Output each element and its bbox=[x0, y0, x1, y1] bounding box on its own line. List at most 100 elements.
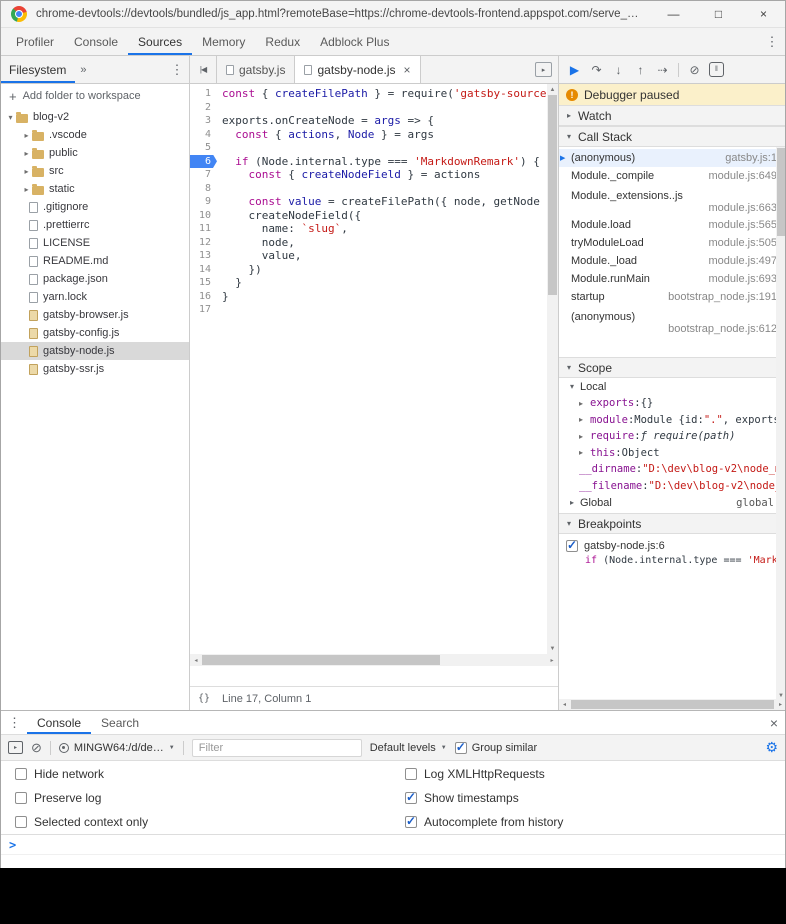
line-number-4[interactable]: 4 bbox=[190, 128, 217, 142]
tree-item-blog-v2[interactable]: ▾blog-v2 bbox=[0, 108, 189, 126]
line-number-17[interactable]: 17 bbox=[190, 303, 217, 317]
call-stack-frame[interactable]: startupbootstrap_node.js:191 bbox=[559, 288, 786, 306]
line-number-15[interactable]: 15 bbox=[190, 276, 217, 290]
expander-icon[interactable]: ▸ bbox=[579, 415, 590, 424]
call-stack-frame[interactable]: Module._loadmodule.js:497 bbox=[559, 252, 786, 270]
pause-on-exceptions-icon[interactable]: ‖ bbox=[709, 62, 724, 77]
tree-item--prettierrc[interactable]: .prettierrc bbox=[0, 216, 189, 234]
tab-filesystem[interactable]: Filesystem bbox=[0, 56, 75, 83]
tree-item-gatsby-browser-js[interactable]: gatsby-browser.js bbox=[0, 306, 189, 324]
maximize-button[interactable]: □ bbox=[696, 0, 741, 27]
expander-icon[interactable]: ▾ bbox=[5, 113, 16, 122]
scope-local-row[interactable]: ▾ Local bbox=[559, 378, 786, 395]
line-number-7[interactable]: 7 bbox=[190, 168, 217, 182]
expander-icon[interactable]: ▸ bbox=[21, 185, 32, 194]
devtools-menu-icon[interactable]: ⋮ bbox=[758, 28, 786, 55]
scroll-left-icon[interactable]: ◂ bbox=[190, 657, 202, 664]
section-call-stack[interactable]: ▾ Call Stack bbox=[559, 126, 786, 147]
console-settings-icon[interactable]: ⚙ bbox=[765, 739, 778, 756]
scrollbar-thumb[interactable] bbox=[548, 95, 557, 295]
call-stack-frame[interactable]: Module.runMainmodule.js:693 bbox=[559, 270, 786, 288]
scroll-right-icon[interactable]: ▸ bbox=[775, 701, 786, 708]
scope-variable--dirname[interactable]: __dirname: "D:\dev\blog-v2\node_m… bbox=[559, 461, 786, 478]
main-tab-adblock-plus[interactable]: Adblock Plus bbox=[310, 28, 399, 55]
call-stack-frame[interactable]: (anonymous)bootstrap_node.js:612 bbox=[559, 306, 786, 337]
expander-icon[interactable]: ▸ bbox=[579, 432, 590, 441]
step-over-icon[interactable]: ↷ bbox=[586, 59, 607, 80]
checkbox[interactable] bbox=[15, 792, 27, 804]
editor-vertical-scrollbar[interactable]: ▲ ▼ bbox=[547, 84, 558, 654]
scrollbar-thumb[interactable] bbox=[202, 655, 440, 665]
scroll-right-icon[interactable]: ▸ bbox=[546, 657, 558, 664]
tree-item-public[interactable]: ▸public bbox=[0, 144, 189, 162]
checkbox[interactable] bbox=[405, 792, 417, 804]
breakpoint-checkbox[interactable] bbox=[566, 540, 578, 552]
tree-item-license[interactable]: LICENSE bbox=[0, 234, 189, 252]
console-setting-autocomplete-from-history[interactable]: Autocomplete from history bbox=[405, 815, 786, 829]
close-button[interactable]: × bbox=[741, 0, 786, 27]
editor-tab-gatsby-node-js[interactable]: gatsby-node.js× bbox=[295, 56, 420, 83]
line-number-13[interactable]: 13 bbox=[190, 249, 217, 263]
expander-icon[interactable]: ▸ bbox=[579, 448, 590, 457]
deactivate-breakpoints-icon[interactable]: ⊘ bbox=[684, 59, 705, 80]
checkbox[interactable] bbox=[15, 816, 27, 828]
tree-item-gatsby-node-js[interactable]: gatsby-node.js bbox=[0, 342, 189, 360]
section-breakpoints[interactable]: ▾ Breakpoints bbox=[559, 513, 786, 534]
scrollbar-thumb[interactable] bbox=[777, 148, 785, 236]
line-number-16[interactable]: 16 bbox=[190, 290, 217, 304]
console-setting-hide-network[interactable]: Hide network bbox=[15, 767, 405, 781]
main-tab-redux[interactable]: Redux bbox=[255, 28, 310, 55]
execution-context-selector[interactable]: MINGW64:/d/de… ▼ bbox=[59, 742, 175, 754]
line-number-2[interactable]: 2 bbox=[190, 101, 217, 115]
expander-icon[interactable]: ▸ bbox=[21, 149, 32, 158]
call-stack-frame[interactable]: Module._extensions..jsmodule.js:663 bbox=[559, 185, 786, 216]
editor-tab-gatsby-js[interactable]: gatsby.js bbox=[216, 56, 295, 83]
expander-icon[interactable]: ▸ bbox=[21, 131, 32, 140]
navigator-menu-icon[interactable]: ⋮ bbox=[165, 56, 189, 83]
hide-navigator-icon[interactable]: |◀ bbox=[190, 56, 216, 83]
line-number-8[interactable]: 8 bbox=[190, 182, 217, 196]
expander-icon[interactable]: ▸ bbox=[21, 167, 32, 176]
scroll-left-icon[interactable]: ◂ bbox=[559, 701, 570, 708]
filter-input[interactable] bbox=[192, 739, 362, 757]
minimize-button[interactable]: — bbox=[651, 0, 696, 27]
sidebar-horizontal-scrollbar[interactable]: ◂ ▸ bbox=[559, 699, 786, 710]
call-stack-frame[interactable]: ▶(anonymous)gatsby.js:1 bbox=[559, 149, 786, 167]
pretty-print-icon[interactable]: {} bbox=[198, 693, 210, 704]
line-number-9[interactable]: 9 bbox=[190, 195, 217, 209]
clear-console-icon[interactable]: ⊘ bbox=[31, 741, 42, 754]
scope-global-row[interactable]: ▸ Global global bbox=[559, 494, 786, 511]
step-icon[interactable]: ⇢ bbox=[652, 59, 673, 80]
console-setting-log-xmlhttprequests[interactable]: Log XMLHttpRequests bbox=[405, 767, 786, 781]
line-number-14[interactable]: 14 bbox=[190, 263, 217, 277]
console-sidebar-toggle-icon[interactable]: ▸ bbox=[8, 741, 23, 754]
console-setting-selected-context-only[interactable]: Selected context only bbox=[15, 815, 405, 829]
tree-item-src[interactable]: ▸src bbox=[0, 162, 189, 180]
line-number-12[interactable]: 12 bbox=[190, 236, 217, 250]
call-stack-frame[interactable]: tryModuleLoadmodule.js:505 bbox=[559, 234, 786, 252]
tree-item-gatsby-ssr-js[interactable]: gatsby-ssr.js bbox=[0, 360, 189, 378]
checkbox[interactable] bbox=[15, 768, 27, 780]
add-folder-button[interactable]: + Add folder to workspace bbox=[0, 84, 189, 108]
sidebar-vertical-scrollbar[interactable]: ▼ bbox=[776, 147, 786, 699]
main-tab-profiler[interactable]: Profiler bbox=[6, 28, 64, 55]
call-stack-frame[interactable]: Module._compilemodule.js:649 bbox=[559, 167, 786, 185]
tree-item-yarn-lock[interactable]: yarn.lock bbox=[0, 288, 189, 306]
scroll-up-icon[interactable]: ▲ bbox=[547, 84, 558, 95]
checkbox[interactable] bbox=[405, 816, 417, 828]
line-number-1[interactable]: 1 bbox=[190, 87, 217, 101]
drawer-tab-console[interactable]: Console bbox=[27, 711, 91, 734]
scope-variable-module[interactable]: ▸module: Module {id: ".", exports: bbox=[559, 412, 786, 429]
scope-variable-exports[interactable]: ▸exports: {} bbox=[559, 395, 786, 412]
tree-item-readme-md[interactable]: README.md bbox=[0, 252, 189, 270]
group-similar-toggle[interactable]: Group similar bbox=[455, 742, 537, 754]
main-tab-console[interactable]: Console bbox=[64, 28, 128, 55]
line-number-5[interactable]: 5 bbox=[190, 141, 217, 155]
editor-horizontal-scrollbar[interactable]: ◂ ▸ bbox=[190, 654, 558, 666]
drawer-menu-icon[interactable]: ⋮ bbox=[8, 711, 21, 734]
section-scope[interactable]: ▾ Scope bbox=[559, 357, 786, 378]
main-tab-sources[interactable]: Sources bbox=[128, 28, 192, 55]
line-number-3[interactable]: 3 bbox=[190, 114, 217, 128]
expander-icon[interactable]: ▸ bbox=[579, 399, 590, 408]
main-tab-memory[interactable]: Memory bbox=[192, 28, 255, 55]
